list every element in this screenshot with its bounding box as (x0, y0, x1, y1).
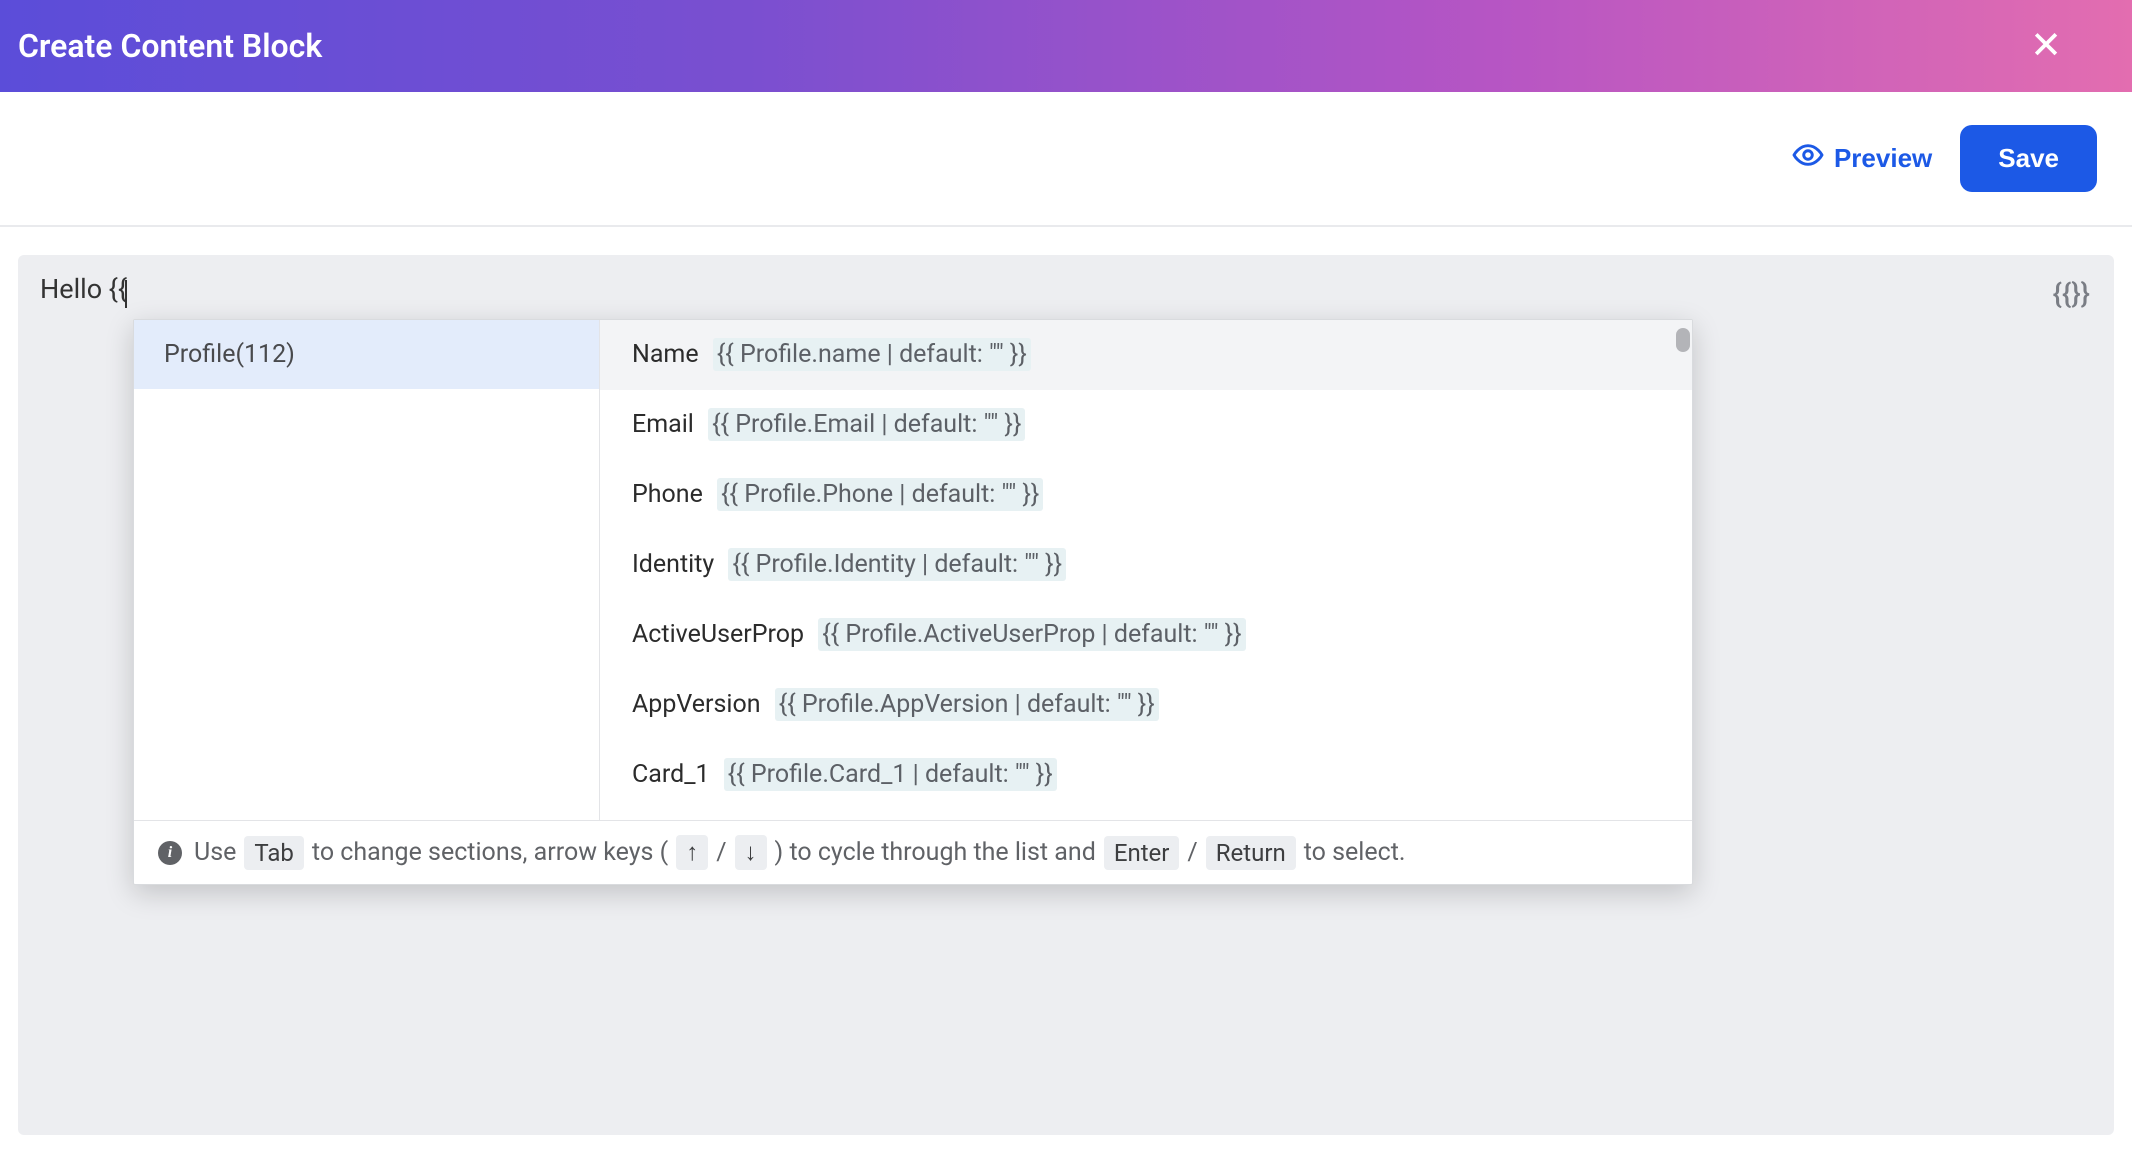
editor-row: Hello {{ {{}} (18, 255, 2114, 324)
autocomplete-attribute[interactable]: Card_1 {{ Profile.Card_1 | default: "" }… (600, 740, 1692, 810)
attribute-liquid: {{ Profile.name | default: "" }} (713, 338, 1031, 371)
editor-text: Hello {{ (40, 273, 127, 305)
eye-icon (1792, 139, 1824, 178)
key-down: ↓ (735, 835, 767, 870)
autocomplete-body: Profile(112) Name {{ Profile.name | defa… (134, 320, 1692, 820)
preview-button[interactable]: Preview (1792, 139, 1932, 178)
attribute-liquid: {{ Profile.Email | default: "" }} (708, 408, 1025, 441)
attribute-liquid: {{ Profile.AppVersion | default: "" }} (775, 688, 1159, 721)
hint-text: ) to cycle through the list and (775, 838, 1096, 867)
liquid-braces-icon[interactable]: {{}} (2053, 273, 2090, 310)
hint-text: to select. (1304, 838, 1406, 867)
attribute-liquid: {{ Profile.ActiveUserProp | default: "" … (818, 618, 1245, 651)
key-up: ↑ (676, 835, 708, 870)
attribute-liquid: {{ Profile.Phone | default: "" }} (717, 478, 1043, 511)
autocomplete-category[interactable]: Profile(112) (134, 320, 599, 389)
hint-text: to change sections, arrow keys ( (312, 838, 668, 867)
key-tab: Tab (244, 836, 304, 870)
attribute-label: Card_1 (632, 760, 716, 789)
key-return: Return (1206, 836, 1296, 870)
autocomplete-attribute[interactable]: Phone {{ Profile.Phone | default: "" }} (600, 460, 1692, 530)
preview-label: Preview (1834, 143, 1932, 174)
save-button[interactable]: Save (1960, 125, 2097, 192)
autocomplete-attributes: Name {{ Profile.name | default: "" }}Ema… (600, 320, 1692, 820)
autocomplete-hint: i Use Tab to change sections, arrow keys… (134, 820, 1692, 884)
attribute-label: Email (632, 410, 700, 439)
attribute-label: AppVersion (632, 690, 767, 719)
key-enter: Enter (1104, 836, 1180, 870)
autocomplete-attribute[interactable]: Identity {{ Profile.Identity | default: … (600, 530, 1692, 600)
attribute-liquid: {{ Profile.Card_1 | default: "" }} (724, 758, 1057, 791)
editor-input[interactable]: Hello {{ (40, 273, 127, 308)
action-toolbar: Preview Save (0, 92, 2132, 227)
hint-text: / (1187, 838, 1197, 867)
attribute-label: Phone (632, 480, 709, 509)
modal-title: Create Content Block (18, 27, 322, 65)
attribute-label: ActiveUserProp (632, 620, 810, 649)
attribute-label: Identity (632, 550, 720, 579)
close-icon[interactable]: ✕ (2030, 27, 2102, 65)
content-area: Hello {{ {{}} Profile(112) Name {{ Profi… (0, 227, 2132, 1163)
autocomplete-attribute[interactable]: ActiveUserProp {{ Profile.ActiveUserProp… (600, 600, 1692, 670)
modal-header: Create Content Block ✕ (0, 0, 2132, 92)
editor-container: Hello {{ {{}} Profile(112) Name {{ Profi… (18, 255, 2114, 1135)
info-icon: i (158, 841, 182, 865)
autocomplete-attribute[interactable]: AppVersion {{ Profile.AppVersion | defau… (600, 670, 1692, 740)
autocomplete-attribute[interactable]: Name {{ Profile.name | default: "" }} (600, 320, 1692, 390)
scrollbar-thumb[interactable] (1676, 328, 1690, 352)
attribute-liquid: {{ Profile.Identity | default: "" }} (728, 548, 1066, 581)
autocomplete-attribute[interactable]: Email {{ Profile.Email | default: "" }} (600, 390, 1692, 460)
text-cursor (125, 280, 127, 308)
attribute-label: Name (632, 340, 705, 369)
hint-text: / (716, 838, 726, 867)
hint-text: Use (194, 838, 236, 867)
autocomplete-popover: Profile(112) Name {{ Profile.name | defa… (133, 319, 1693, 885)
autocomplete-categories: Profile(112) (134, 320, 600, 820)
